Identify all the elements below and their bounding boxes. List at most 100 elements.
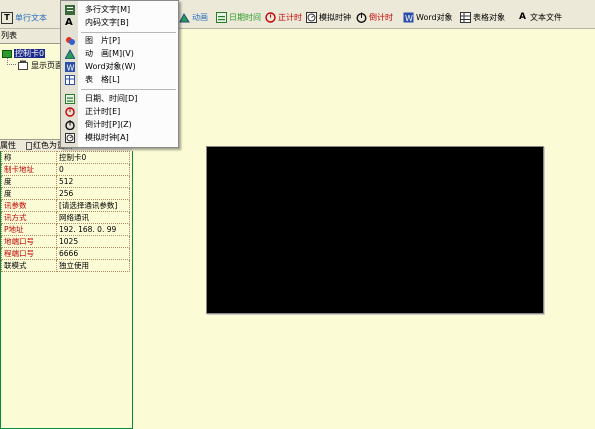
menu-item-label: 正计时[E] (85, 107, 121, 116)
count-down-button[interactable]: 倒计时 (356, 12, 393, 24)
property-key: 程端口号 (1, 247, 57, 260)
property-key: 称 (1, 151, 57, 164)
property-key: P地址 (1, 223, 57, 236)
word-icon: W (65, 62, 75, 73)
word-object-label: Word对象 (416, 13, 453, 22)
tree-node-controller-label: 控制卡0 (14, 49, 46, 58)
count-up-icon (65, 107, 75, 117)
tree-connector (7, 54, 16, 65)
single-text-button[interactable]: T 单行文本 (1, 12, 47, 24)
count-down-icon (65, 120, 75, 131)
analog-clock-button[interactable]: 模拟时钟 (306, 12, 351, 24)
menu-item-count-up[interactable]: 正计时[E] (61, 106, 178, 118)
datetime-button[interactable]: 日期时间 (216, 12, 261, 24)
property-value[interactable]: [请选择通讯参数] (56, 199, 130, 212)
tree-node-page-label: 显示页面 (31, 61, 63, 70)
menu-item-label: 模拟时钟[A] (85, 133, 129, 142)
menu-item-label: 日期、时间[D] (85, 94, 138, 103)
count-up-label: 正计时 (278, 13, 302, 22)
datetime-icon (65, 94, 75, 104)
menu-item-datetime[interactable]: 日期、时间[D] (61, 93, 178, 105)
property-value[interactable]: 控制卡0 (56, 151, 130, 164)
insert-object-menu: 多行文字[M] A 内码文字[B] 图 片[P] 动 画[M](V) W Wor… (60, 0, 179, 148)
menu-item-label: 内码文字[B] (85, 18, 129, 27)
property-row[interactable]: 讯方式 网络通讯 (1, 211, 130, 224)
picture-icon (65, 36, 75, 46)
datetime-icon (216, 12, 227, 23)
property-value[interactable]: 512 (56, 175, 130, 188)
count-up-button[interactable]: 正计时 (265, 12, 302, 24)
count-up-icon (265, 12, 276, 23)
property-grid: 称控制卡0 制卡地址 0 度 512 度 256 讯参数 [请选择通讯参数] 讯方式 网络通讯 P地址… (0, 151, 133, 429)
count-down-label: 倒计时 (369, 13, 393, 22)
menu-separator (81, 89, 176, 90)
property-value[interactable]: 网络通讯 (56, 211, 130, 224)
property-row[interactable]: 联模式 独立使用 (1, 259, 130, 272)
property-key: 地端口号 (1, 235, 57, 248)
menu-item-label: 动 画[M](V) (85, 49, 134, 58)
datetime-label: 日期时间 (229, 13, 261, 22)
count-down-icon (356, 12, 367, 24)
menu-item-label: 表 格[L] (85, 75, 120, 84)
property-value[interactable]: 独立使用 (56, 259, 130, 272)
display-canvas[interactable] (206, 146, 544, 314)
menu-item-animation[interactable]: 动 画[M](V) (61, 48, 178, 60)
menu-item-analog-clock[interactable]: 模拟时钟[A] (61, 132, 178, 144)
property-row[interactable]: 度 512 (1, 175, 130, 188)
menu-item-count-down[interactable]: 倒计时[P](Z) (61, 119, 178, 131)
text-file-label: 文本文件 (530, 13, 562, 22)
property-key: 度 (1, 175, 57, 188)
menu-separator (81, 32, 176, 33)
property-value[interactable]: 256 (56, 187, 130, 200)
property-key: 制卡地址 (1, 163, 57, 176)
animation-button[interactable]: 动画 (179, 12, 208, 24)
property-value[interactable]: 192. 168. 0. 99 (56, 223, 130, 236)
property-key: 度 (1, 187, 57, 200)
property-row[interactable]: 程端口号 6666 (1, 247, 130, 260)
property-row[interactable]: 制卡地址 0 (1, 163, 130, 176)
property-value[interactable]: 0 (56, 163, 130, 176)
multiline-text-icon (65, 5, 75, 15)
text-file-button[interactable]: A 文本文件 (517, 12, 562, 24)
menu-item-word[interactable]: W Word对象(W) (61, 61, 178, 73)
svg-text:W: W (405, 14, 413, 23)
property-row[interactable]: 称控制卡0 (1, 151, 130, 164)
menu-item-label: 多行文字[M] (85, 5, 131, 14)
menu-item-label: Word对象(W) (85, 62, 136, 71)
property-row[interactable]: 地端口号 1025 (1, 235, 130, 248)
svg-text:W: W (67, 64, 75, 73)
property-value[interactable]: 6666 (56, 247, 130, 260)
property-row[interactable]: 讯参数 [请选择通讯参数] (1, 199, 130, 212)
table-object-label: 表格对象 (473, 13, 505, 22)
menu-item-label: 图 片[P] (85, 36, 121, 45)
animation-label: 动画 (192, 13, 208, 22)
menu-item-internal-text[interactable]: A 内码文字[B] (61, 17, 178, 29)
menu-item-picture[interactable]: 图 片[P] (61, 35, 178, 47)
single-text-label: 单行文本 (15, 13, 47, 23)
menu-item-label: 倒计时[P](Z) (85, 120, 132, 129)
tab-properties[interactable]: 属性 (0, 140, 16, 151)
animation-icon (179, 12, 190, 23)
menu-item-multiline-text[interactable]: 多行文字[M] (61, 4, 178, 16)
text-file-icon: A (519, 12, 526, 22)
word-object-button[interactable]: W Word对象 (403, 12, 453, 24)
table-icon (65, 75, 75, 85)
animation-icon (64, 48, 76, 60)
property-key: 讯参数 (1, 199, 57, 212)
property-row[interactable]: P地址 192. 168. 0. 99 (1, 223, 130, 236)
property-table: 称控制卡0 制卡地址 0 度 512 度 256 讯参数 [请选择通讯参数] 讯方式 网络通讯 P地址… (1, 151, 130, 272)
analog-clock-icon (65, 133, 75, 143)
property-row[interactable]: 度 256 (1, 187, 130, 200)
page-icon (18, 60, 29, 71)
internal-text-icon: A (65, 17, 73, 28)
table-object-button[interactable]: 表格对象 (460, 12, 505, 24)
property-value[interactable]: 1025 (56, 235, 130, 248)
menu-item-table[interactable]: 表 格[L] (61, 74, 178, 86)
analog-clock-icon (306, 12, 317, 23)
analog-clock-label: 模拟时钟 (319, 13, 351, 22)
word-icon: W (403, 12, 414, 23)
property-key: 讯方式 (1, 211, 57, 224)
single-text-icon: T (1, 12, 13, 24)
tree-node-page[interactable]: 显示页面 (18, 60, 63, 70)
red-hint-checkbox-icon (26, 141, 32, 150)
